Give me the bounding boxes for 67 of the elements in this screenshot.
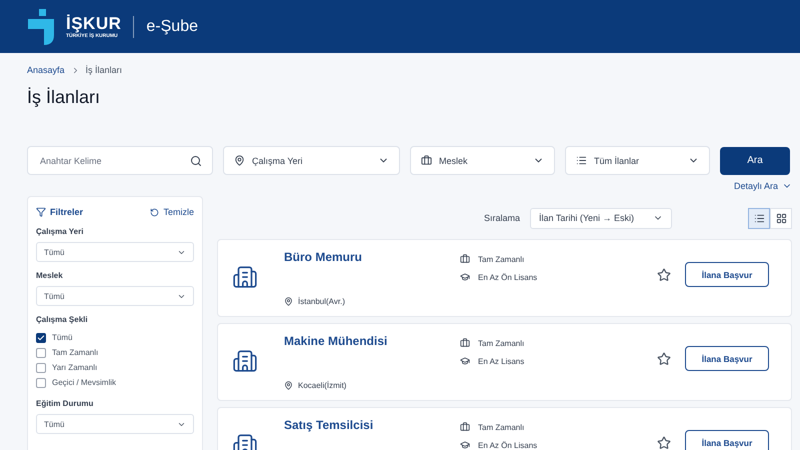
job-location: Kocaeli(İzmit) <box>298 381 346 390</box>
checkbox[interactable] <box>36 348 46 358</box>
graduation-cap-icon <box>460 272 470 282</box>
job-title[interactable]: Makine Mühendisi <box>284 334 460 348</box>
filter-icon <box>36 207 46 217</box>
favorite-star-icon[interactable] <box>657 268 671 282</box>
building-icon <box>232 348 258 374</box>
checkbox-label: Tümü <box>52 333 72 342</box>
keyword-field[interactable]: Anahtar Kelime <box>27 146 213 175</box>
checkbox[interactable] <box>36 378 46 388</box>
filter-label: Çalışma Yeri <box>36 227 84 236</box>
list-icon <box>576 155 587 166</box>
checkbox-label: Geçici / Mevsimlik <box>52 378 116 387</box>
favorite-star-icon[interactable] <box>657 436 671 450</box>
building-icon <box>232 264 258 290</box>
clear-button[interactable]: Temizle <box>150 207 194 217</box>
filter-label: Meslek <box>36 271 64 280</box>
briefcase-icon <box>421 155 432 166</box>
sort-label: Sıralama <box>484 213 520 223</box>
checkbox[interactable] <box>36 362 46 372</box>
briefcase-icon <box>460 338 470 348</box>
search-icon <box>190 154 202 166</box>
apply-button[interactable]: İlana Başvur <box>685 430 769 450</box>
graduation-cap-icon <box>460 356 470 366</box>
profession-dropdown[interactable]: Meslek <box>410 146 555 175</box>
filter-dropdown[interactable]: Tümü <box>36 286 194 306</box>
reset-icon <box>150 208 160 216</box>
briefcase-icon <box>460 254 470 264</box>
favorite-star-icon[interactable] <box>657 352 671 366</box>
keyword-input[interactable]: Anahtar Kelime <box>38 154 183 166</box>
checkbox-label: Yarı Zamanlı <box>52 363 98 372</box>
logo-name: İŞKUR <box>66 14 122 32</box>
pin-icon <box>284 381 293 390</box>
job-location: İstanbul(Avr.) <box>298 297 345 306</box>
advanced-search-link[interactable]: Detaylı Ara <box>734 181 792 191</box>
grid-icon <box>776 212 786 224</box>
job-education: En Az Ön Lisans <box>478 272 538 282</box>
job-education: En Az Ön Lisans <box>478 440 538 450</box>
listing-type-dropdown[interactable]: Tüm İlanlar <box>565 146 710 175</box>
filters-title: Filtreler <box>36 207 84 217</box>
job-education: En Az Lisans <box>478 356 524 366</box>
job-type: Tam Zamanlı <box>478 338 524 348</box>
breadcrumb-item: İş İlanları <box>86 65 122 75</box>
job-type: Tam Zamanlı <box>478 254 524 264</box>
apply-button[interactable]: İlana Başvur <box>685 346 769 371</box>
filter-label: Çalışma Şekli <box>36 315 89 324</box>
checkbox-label: Tam Zamanlı <box>52 348 98 357</box>
apply-button[interactable]: İlana Başvur <box>685 262 769 287</box>
list-view-button[interactable] <box>748 208 770 228</box>
job-title[interactable]: Büro Memuru <box>284 250 460 264</box>
app-name: e-Şube <box>146 18 198 36</box>
briefcase-icon <box>460 422 470 432</box>
sort-dropdown[interactable]: İlan Tarihi (Yeni → Eski) <box>530 208 672 228</box>
breadcrumb-item[interactable]: Anasayfa <box>27 65 65 75</box>
search-button[interactable]: Ara <box>720 146 790 174</box>
location-dropdown[interactable]: Çalışma Yeri <box>223 146 400 175</box>
grid-view-button[interactable] <box>770 208 792 228</box>
pin-icon <box>284 297 293 306</box>
page-title: İş İlanları <box>27 87 102 108</box>
pin-icon <box>234 155 245 166</box>
filter-dropdown[interactable]: Tümü <box>36 414 194 434</box>
filter-dropdown[interactable]: Tümü <box>36 242 194 262</box>
filter-label: Eğitim Durumu <box>36 399 94 408</box>
job-title[interactable]: Satış Temsilcisi <box>284 418 460 432</box>
graduation-cap-icon <box>460 440 470 450</box>
job-type: Tam Zamanlı <box>478 422 524 432</box>
checkbox[interactable] <box>36 332 46 342</box>
